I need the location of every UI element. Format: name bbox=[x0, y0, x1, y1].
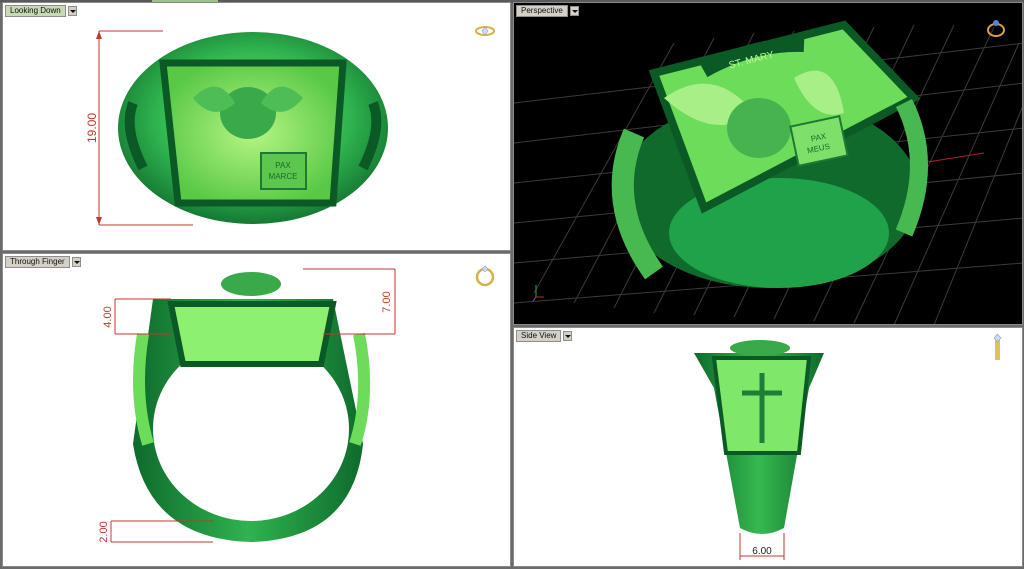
head-top bbox=[730, 340, 790, 356]
viewport-through-finger[interactable]: Through Finger 4.00 7.00 2.00 bbox=[2, 253, 511, 567]
ring-perspective-icon bbox=[987, 20, 1005, 37]
ring-perspective-render: ST. MARY PAX MEUS bbox=[514, 20, 1022, 324]
viewport-label[interactable]: Through Finger bbox=[5, 256, 70, 268]
viewport-label[interactable]: Side View bbox=[516, 330, 562, 342]
ring-side-render: 6.00 bbox=[694, 333, 1002, 560]
dim-arrow-top bbox=[96, 31, 102, 39]
viewport-tab-perspective[interactable]: Perspective bbox=[516, 5, 579, 17]
book-text-2: MARCE bbox=[269, 172, 298, 181]
viewport-tab-side-view[interactable]: Side View bbox=[516, 330, 573, 342]
dim-label-top-left: 4.00 bbox=[102, 306, 114, 327]
viewport-looking-down[interactable]: Looking Down PAX MARCE 19.00 bbox=[2, 2, 511, 251]
viewport-tab-through-finger[interactable]: Through Finger bbox=[5, 256, 81, 268]
viewport-menu-dropdown[interactable] bbox=[569, 6, 579, 16]
axis-gizmo bbox=[532, 285, 544, 302]
viewport-label[interactable]: Perspective bbox=[516, 5, 568, 17]
dim-label-bottom: 6.00 bbox=[752, 546, 772, 557]
viewport-tab-looking-down[interactable]: Looking Down bbox=[5, 5, 77, 17]
dim-label-top-right: 7.00 bbox=[381, 291, 393, 312]
viewport-menu-dropdown[interactable] bbox=[563, 331, 573, 341]
viewport-menu-dropdown[interactable] bbox=[67, 6, 77, 16]
viewport-side-view[interactable]: Side View 6.00 bbox=[513, 327, 1023, 567]
side-ornament-right bbox=[349, 332, 371, 446]
dim-arrow-bottom bbox=[96, 217, 102, 225]
head-crest bbox=[221, 272, 281, 296]
book-text-1: PAX bbox=[275, 161, 291, 170]
lion-head bbox=[727, 98, 791, 158]
viewport-perspective[interactable]: Perspective ST. MARY PAX MEUS bbox=[513, 2, 1023, 325]
ring-front-icon bbox=[475, 265, 495, 287]
viewport-menu-dropdown[interactable] bbox=[71, 257, 81, 267]
ring-head bbox=[167, 301, 337, 367]
ring-front-render: 4.00 7.00 2.00 bbox=[98, 265, 495, 543]
dim-label-bottom: 2.00 bbox=[98, 521, 110, 542]
dimension-label: 19.00 bbox=[85, 113, 99, 143]
ring-top-render: PAX MARCE 19.00 bbox=[85, 26, 495, 226]
ring-side-icon bbox=[993, 333, 1002, 360]
ring-top-icon bbox=[475, 26, 495, 36]
book-shape bbox=[260, 152, 307, 190]
viewport-label[interactable]: Looking Down bbox=[5, 5, 66, 17]
